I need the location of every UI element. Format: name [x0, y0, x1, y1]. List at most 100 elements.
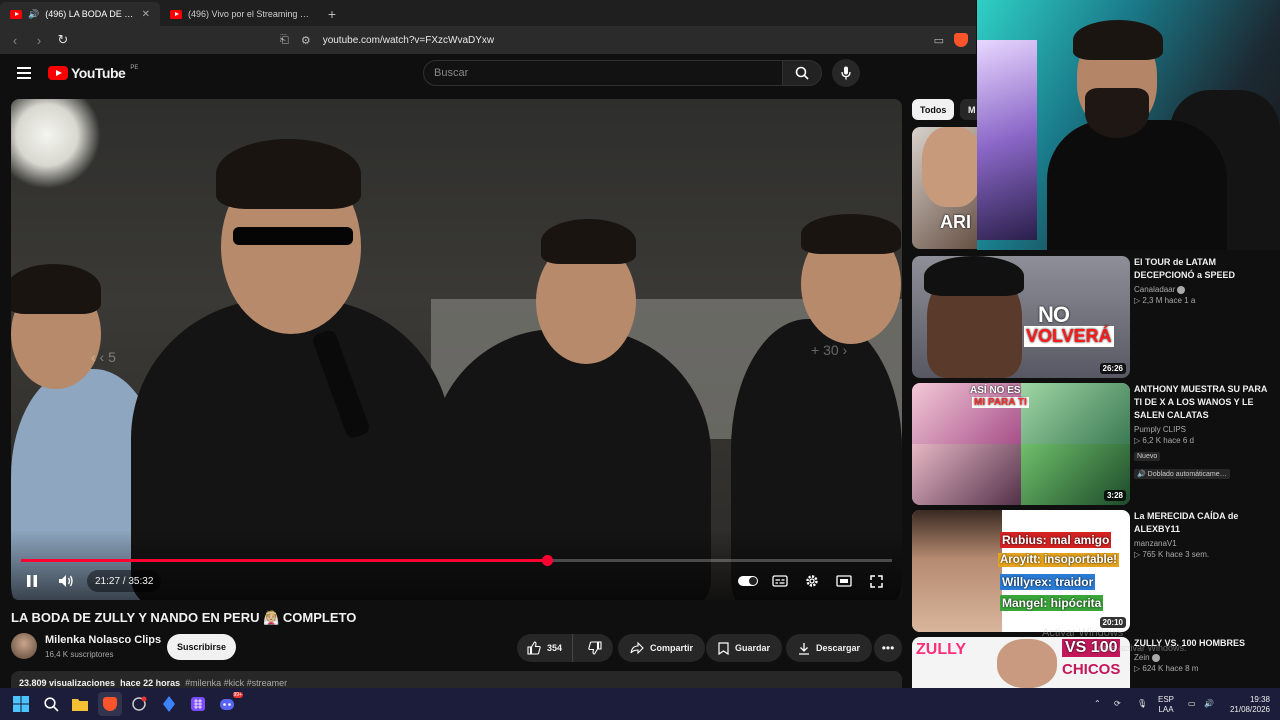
voice-search-button[interactable]: [832, 59, 860, 87]
close-icon[interactable]: ✕: [142, 9, 150, 20]
dubbed-badge-text: Doblado automáticame…: [1147, 471, 1227, 478]
url-field[interactable]: ⎗ ⚙ youtube.com/watch?v=FXzcWvaDYxw: [80, 29, 924, 51]
verified-icon: [1177, 285, 1186, 294]
subscribe-button[interactable]: Suscribirse: [167, 634, 236, 660]
recommended-thumbnail-3[interactable]: ASÍ NO ES MI PARA TI 3:28: [912, 383, 1130, 505]
recommended-meta-text: 624 K hace 8 m: [1142, 664, 1199, 673]
webcam-streamer-body: [1047, 120, 1227, 250]
url-text: youtube.com/watch?v=FXzcWvaDYxw: [322, 34, 495, 46]
recommended-info-3[interactable]: ANTHONY MUESTRA SU PARA TI DE X A LOS WA…: [1134, 383, 1274, 481]
diamond-app-icon: [163, 696, 175, 712]
display-icon[interactable]: ▭: [1188, 699, 1196, 709]
youtube-logo[interactable]: YouTube PE: [48, 65, 138, 81]
bookmark-icon[interactable]: ⎗: [280, 34, 289, 47]
hashtags[interactable]: #milenka #kick #streamer: [185, 678, 287, 688]
video-sunglasses: [233, 227, 353, 245]
dislike-button[interactable]: [579, 634, 611, 662]
taskbar-search-button[interactable]: [39, 692, 63, 716]
recommended-channel-name: Canaladaar: [1134, 285, 1176, 294]
tab-active[interactable]: 🔊 (496) LA BODA DE ZULLY Y N… ✕: [0, 2, 160, 26]
seek-back-indicator: ‹ ‹ 5: [91, 349, 116, 365]
reload-icon[interactable]: ↻: [56, 32, 70, 48]
recommended-meta: ▷ 2,3 M hace 1 a: [1134, 296, 1196, 305]
site-info-icon[interactable]: ⚙: [301, 34, 311, 47]
subtitles-icon: [772, 575, 788, 587]
windows-logo-icon: [13, 696, 29, 712]
file-explorer-button[interactable]: [68, 692, 92, 716]
search-input[interactable]: Buscar: [423, 60, 783, 86]
seek-forward-label: + 30: [811, 342, 839, 358]
pause-button[interactable]: [21, 570, 43, 592]
tray-overflow-icon[interactable]: ⌃: [1094, 699, 1101, 709]
youtube-logo-icon: [48, 66, 68, 80]
microphone-tray-icon[interactable]: 🎙: [1137, 699, 1147, 709]
video-person-singer-hair: [216, 139, 361, 209]
network-sync-icon[interactable]: ⟳: [1114, 699, 1121, 709]
more-actions-button[interactable]: •••: [874, 634, 902, 662]
volume-button[interactable]: [55, 570, 77, 592]
app-button-1[interactable]: [127, 692, 151, 716]
new-tab-button[interactable]: +: [320, 2, 344, 26]
theater-mode-button[interactable]: [833, 570, 855, 592]
channel-name[interactable]: Milenka Nolasco Clips: [45, 634, 161, 646]
app-button-2[interactable]: [157, 692, 181, 716]
download-button[interactable]: Descargar: [786, 634, 873, 662]
discord-button[interactable]: 99+: [216, 692, 243, 716]
tab-inactive[interactable]: (496) Vivo por el Streaming - YouTub: [160, 2, 320, 26]
recommended-title: ANTHONY MUESTRA SU PARA TI DE X A LOS WA…: [1134, 384, 1268, 420]
recommended-info-4[interactable]: La MERECIDA CAÍDA de ALEXBY11 manzanaV1 …: [1134, 510, 1274, 559]
progress-bar[interactable]: [21, 555, 892, 566]
menu-icon[interactable]: [17, 67, 31, 79]
progress-scrubber[interactable]: [541, 555, 553, 566]
youtube-header: YouTube PE Buscar: [0, 54, 976, 94]
save-button[interactable]: Guardar: [706, 634, 783, 662]
activate-windows-subtext: para activar Windows.: [1098, 643, 1187, 653]
recommended-thumbnail-2[interactable]: NO VOLVERÁ 26:26: [912, 256, 1130, 378]
start-button[interactable]: [9, 692, 33, 716]
forward-icon[interactable]: ›: [32, 33, 46, 48]
recommended-info-2[interactable]: El TOUR de LATAM DECEPCIONÓ a SPEED Cana…: [1134, 256, 1274, 305]
brave-taskbar-button[interactable]: [98, 692, 122, 716]
webcam-streamer-beard: [1085, 88, 1149, 138]
share-button[interactable]: Compartir: [618, 634, 706, 662]
thumb-face: [922, 127, 982, 207]
subtitles-button[interactable]: [769, 570, 791, 592]
autoplay-toggle[interactable]: [737, 570, 759, 592]
speaker-icon[interactable]: 🔊: [1204, 699, 1214, 709]
language-code: ESP: [1158, 695, 1175, 704]
thumb-text-line2: Aroyitt: insoportable!: [998, 553, 1119, 567]
youtube-favicon-icon: [10, 9, 22, 19]
settings-button[interactable]: [801, 570, 823, 592]
recommended-channel: Canaladaar: [1134, 285, 1274, 294]
grid-app-icon: [191, 697, 205, 711]
brave-shield-icon[interactable]: [954, 33, 968, 47]
clock[interactable]: 19:38 21/08/2026: [1226, 695, 1270, 715]
search-button[interactable]: [782, 60, 822, 86]
app-button-3[interactable]: [186, 692, 210, 716]
keyboard-layout: LAA: [1158, 705, 1174, 714]
video-player[interactable]: ‹ ‹ 5 + 30 › 21:27 / 35:32: [11, 99, 902, 600]
gear-icon: [806, 575, 818, 587]
thumb-cell: [912, 444, 1021, 505]
recommended-channel-name: Zein: [1134, 653, 1150, 662]
chip-all[interactable]: Todos: [912, 99, 955, 120]
like-button[interactable]: 354: [517, 634, 574, 662]
tab-title: (496) Vivo por el Streaming - YouTub: [188, 9, 310, 19]
language-indicator[interactable]: ESP LAA: [1158, 695, 1174, 715]
recommended-meta-text: 6,2 K hace 6 d: [1142, 436, 1194, 445]
pause-icon: [27, 575, 37, 587]
toggle-icon: [738, 576, 758, 586]
thumb-text: ARI: [940, 212, 971, 232]
recommended-thumbnail-4[interactable]: Rubius: mal amigo Aroyitt: insoportable!…: [912, 510, 1130, 632]
fullscreen-button[interactable]: [865, 570, 887, 592]
webcam-streamer-hair: [1073, 20, 1163, 60]
thumb-cell: [1021, 383, 1130, 444]
fullscreen-icon: [869, 574, 883, 588]
recommended-meta-text: 765 K hace 3 sem.: [1142, 550, 1210, 559]
channel-avatar[interactable]: [11, 633, 37, 659]
recommended-channel: Zein: [1134, 653, 1274, 662]
thumb-face: [912, 510, 1002, 632]
cast-icon[interactable]: ▭: [934, 34, 944, 47]
thumbs-up-icon: [527, 641, 541, 655]
back-icon[interactable]: ‹: [8, 33, 22, 48]
